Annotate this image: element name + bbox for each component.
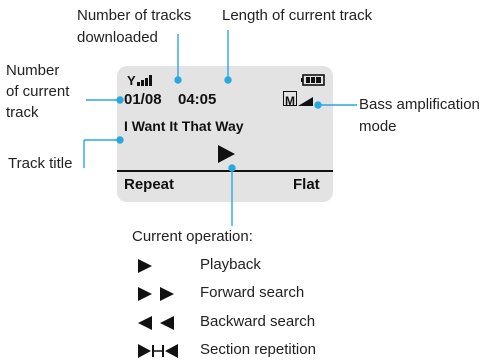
callout-lines bbox=[83, 30, 357, 226]
legend-row-backward: Backward search bbox=[138, 312, 438, 334]
forward-search-icon bbox=[138, 287, 174, 301]
legend-label-playback: Playback bbox=[200, 256, 261, 273]
legend-label-forward: Forward search bbox=[200, 284, 305, 301]
legend-row-section: Section repetition bbox=[138, 340, 438, 362]
legend-label-section: Section repetition bbox=[200, 341, 316, 358]
legend-label-backward: Backward search bbox=[200, 313, 316, 330]
section-repeat-icon bbox=[138, 344, 178, 358]
play-icon bbox=[138, 259, 152, 273]
legend-row-playback: Playback bbox=[138, 255, 438, 277]
backward-search-icon bbox=[138, 316, 174, 330]
legend-row-forward: Forward search bbox=[138, 283, 438, 305]
